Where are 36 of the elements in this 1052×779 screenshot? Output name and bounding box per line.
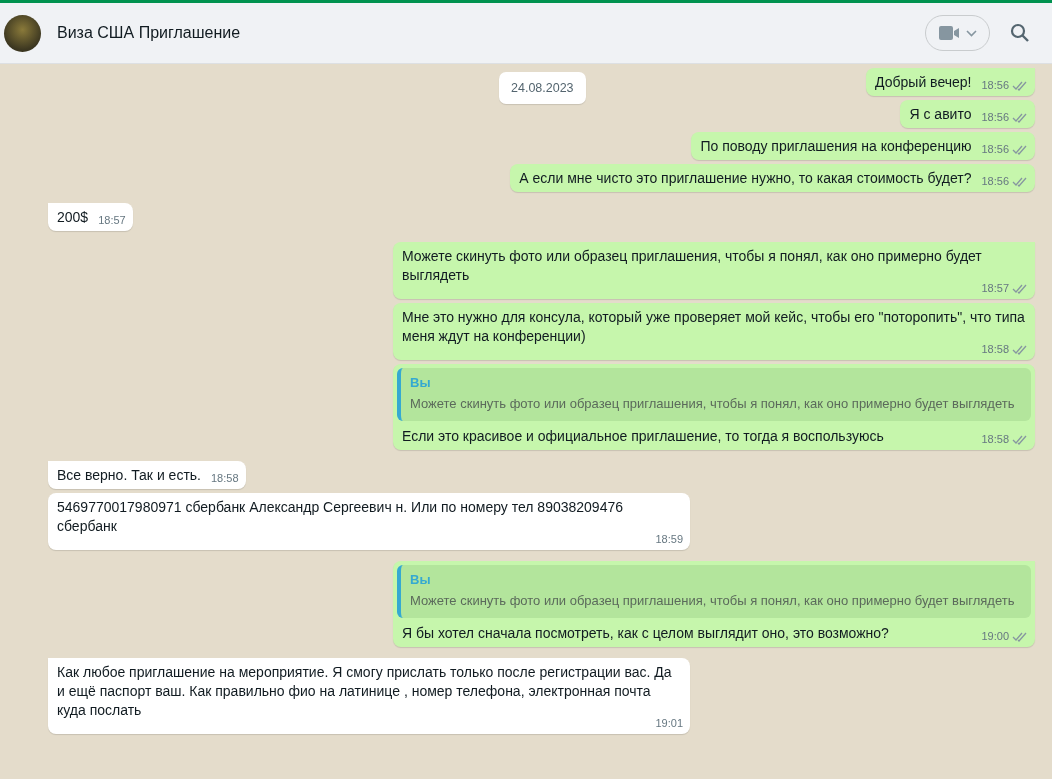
message-text: Если это красивое и официальное приглашение, то тогда я воспользуюсь: [402, 427, 884, 446]
search-icon: [1010, 23, 1030, 43]
message-time: 19:01: [655, 717, 683, 729]
message-time: 18:58: [981, 343, 1009, 355]
quote-text: Можете скинуть фото или образец приглашения, чтобы я понял, как оно примерно будет выглядеть: [410, 592, 1016, 610]
video-camera-icon: [938, 26, 960, 40]
chat-title: Виза США Приглашение: [57, 24, 242, 42]
message-time: 19:00: [981, 630, 1009, 642]
message-time: 18:58: [981, 433, 1009, 445]
message-time: 18:57: [981, 282, 1009, 294]
message-text: Добрый вечер!: [875, 73, 972, 92]
message-text: Все верно. Так и есть.: [57, 466, 201, 485]
message-time: 18:56: [981, 175, 1009, 187]
quote-text: Можете скинуть фото или образец приглашения, чтобы я понял, как оно примерно будет выглядеть: [410, 395, 1016, 413]
message-time: 18:57: [98, 214, 126, 226]
message-text: Я бы хотел сначала посмотреть, как с целом выглядит оно, это возможно?: [402, 624, 889, 643]
message-text: Мне это нужно для консула, который уже проверяет мой кейс, чтобы его "поторопить", что типа меня ждут на конференции): [402, 308, 1026, 345]
message-time: 18:59: [655, 533, 683, 545]
chevron-down-icon: [966, 29, 977, 37]
quoted-message[interactable]: Вы Можете скинуть фото или образец приглашения, чтобы я понял, как оно примерно будет выглядеть: [397, 368, 1031, 421]
message-text: 200$: [57, 208, 89, 227]
quoted-message[interactable]: Вы Можете скинуть фото или образец приглашения, чтобы я понял, как оно примерно будет выглядеть: [397, 565, 1031, 618]
message-text: А если мне чисто это приглашение нужно, то какая стоимость будет?: [519, 169, 972, 188]
message-text: По поводу приглашения на конференцию: [700, 137, 972, 156]
message-text: 5469770017980971 сбербанк Александр Сергеевич н. Или по номеру тел 89038209476 сбербанк: [57, 498, 624, 536]
message-time: 18:56: [981, 143, 1009, 155]
message-text: Как любое приглашение на мероприятие. Я смогу прислать только после регистрации вас. Да и ещё паспорт ваш. Как правильно фио на латинице , номер телефона, электронная почта куда послать: [57, 663, 673, 719]
message-text: Я с авито: [909, 105, 972, 124]
message-time: 18:56: [981, 79, 1009, 91]
quote-author: Вы: [410, 571, 432, 589]
date-badge: 24.08.2023: [499, 72, 586, 104]
quote-author: Вы: [410, 374, 432, 392]
avatar[interactable]: [4, 14, 41, 52]
message-text: Можете скинуть фото или образец приглашения, чтобы я понял, как оно примерно будет выглядеть: [402, 247, 982, 285]
message-time: 18:58: [211, 472, 239, 484]
message-time: 18:56: [981, 111, 1009, 123]
